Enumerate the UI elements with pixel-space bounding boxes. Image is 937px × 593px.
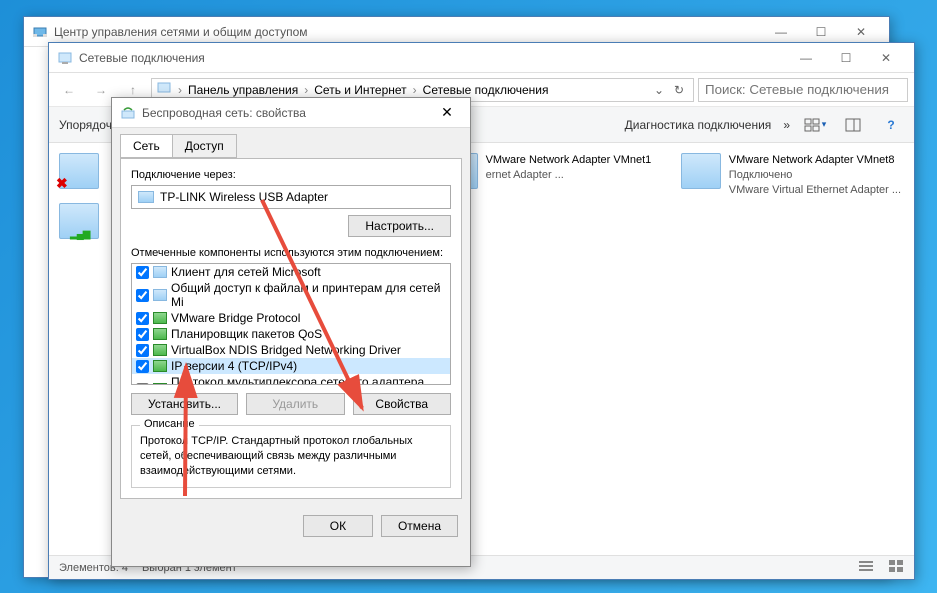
tab-access[interactable]: Доступ [172, 134, 237, 158]
description-text: Протокол TCP/IP. Стандартный протокол гл… [140, 434, 442, 479]
titlebar[interactable]: Сетевые подключения — ☐ ✕ [49, 43, 914, 73]
close-button[interactable]: ✕ [866, 44, 906, 72]
component-item[interactable]: VirtualBox NDIS Bridged Networking Drive… [132, 342, 450, 358]
install-button[interactable]: Установить... [131, 393, 238, 415]
component-label: Планировщик пакетов QoS [171, 327, 322, 341]
back-button[interactable]: ← [55, 76, 83, 104]
component-checkbox[interactable] [136, 328, 149, 341]
component-item[interactable]: Общий доступ к файлам и принтерам для се… [132, 280, 450, 310]
adapter-item[interactable]: VMware Network Adapter VMnet8 Подключено… [681, 153, 904, 198]
protocol-icon [153, 312, 167, 324]
device-field: TP-LINK Wireless USB Adapter [131, 185, 451, 209]
refresh-button[interactable]: ↻ [669, 83, 689, 97]
minimize-button[interactable]: — [786, 44, 826, 72]
tab-strip: Сеть Доступ [112, 128, 470, 158]
components-list[interactable]: Клиент для сетей Microsoft Общий доступ к… [131, 263, 451, 385]
network-card-icon [138, 191, 154, 203]
adapter-name: VMware Network Adapter VMnet1 [486, 153, 652, 168]
window-title: Сетевые подключения [79, 51, 786, 65]
component-checkbox[interactable] [136, 266, 149, 279]
component-label: Протокол мультиплексора сетевого адаптер… [171, 375, 446, 385]
protocol-icon [153, 344, 167, 356]
component-checkbox[interactable] [136, 312, 149, 325]
component-label: VMware Bridge Protocol [171, 311, 300, 325]
breadcrumb-item[interactable]: Сетевые подключения [419, 83, 553, 97]
app-icon [120, 105, 136, 121]
adapter-desc: VMware Virtual Ethernet Adapter ... [729, 183, 901, 198]
adapter-icon [681, 153, 721, 189]
cancel-button[interactable]: Отмена [381, 515, 458, 537]
remove-button[interactable]: Удалить [246, 393, 345, 415]
search-input[interactable] [698, 78, 908, 102]
protocol-icon [153, 328, 167, 340]
component-checkbox[interactable] [136, 383, 149, 386]
breadcrumb-dropdown-button[interactable]: ⌄ [649, 83, 669, 97]
view-mode-button[interactable]: ▾ [802, 113, 828, 137]
component-checkbox[interactable] [136, 360, 149, 373]
adapter-name: VMware Network Adapter VMnet8 [729, 153, 901, 168]
protocol-icon [153, 383, 167, 385]
preview-pane-button[interactable] [840, 113, 866, 137]
protocol-icon [153, 360, 167, 372]
breadcrumb-item[interactable]: Панель управления [184, 83, 302, 97]
maximize-button[interactable]: ☐ [826, 44, 866, 72]
adapter-desc: ernet Adapter ... [486, 168, 652, 183]
component-label: Общий доступ к файлам и принтерам для се… [171, 281, 446, 309]
window-title: Центр управления сетями и общим доступом [54, 25, 761, 39]
app-icon [32, 24, 48, 40]
titlebar[interactable]: Беспроводная сеть: свойства ✕ [112, 98, 470, 128]
chevron-right-icon: › [302, 83, 310, 97]
component-item[interactable]: Клиент для сетей Microsoft [132, 264, 450, 280]
help-button[interactable]: ? [878, 113, 904, 137]
close-button[interactable]: ✕ [432, 101, 462, 125]
ok-button[interactable]: ОК [303, 515, 373, 537]
tab-panel: Подключение через: TP-LINK Wireless USB … [120, 158, 462, 499]
window-adapter-properties: Беспроводная сеть: свойства ✕ Сеть Досту… [111, 97, 471, 567]
component-item[interactable]: Планировщик пакетов QoS [132, 326, 450, 342]
app-icon [57, 50, 73, 66]
component-checkbox[interactable] [136, 289, 149, 302]
component-label: VirtualBox NDIS Bridged Networking Drive… [171, 343, 401, 357]
properties-button[interactable]: Свойства [353, 393, 452, 415]
component-item[interactable]: IP версии 4 (TCP/IPv4) [132, 358, 450, 374]
breadcrumb-item[interactable]: Сеть и Интернет [310, 83, 410, 97]
component-item[interactable]: VMware Bridge Protocol [132, 310, 450, 326]
chevron-right-icon: › [411, 83, 419, 97]
components-label: Отмеченные компоненты используются этим … [131, 247, 451, 259]
protocol-icon [153, 289, 167, 301]
component-item[interactable]: Протокол мультиплексора сетевого адаптер… [132, 374, 450, 385]
icons-view-button[interactable] [888, 559, 904, 576]
component-checkbox[interactable] [136, 344, 149, 357]
dialog-title: Беспроводная сеть: свойства [142, 106, 432, 120]
device-name: TP-LINK Wireless USB Adapter [160, 190, 328, 204]
adapter-status: Подключено [729, 168, 901, 183]
adapter-icon [59, 203, 99, 239]
connect-via-label: Подключение через: [131, 169, 451, 181]
protocol-icon [153, 266, 167, 278]
tab-network[interactable]: Сеть [120, 134, 173, 158]
dialog-buttons: ОК Отмена [112, 507, 470, 545]
diagnose-command[interactable]: Диагностика подключения [625, 118, 772, 132]
adapter-item[interactable]: VMware Network Adapter VMnet1 ernet Adap… [438, 153, 661, 198]
chevron-right-icon: › [176, 83, 184, 97]
description-title: Описание [140, 418, 199, 430]
adapter-icon [59, 153, 99, 189]
component-label: Клиент для сетей Microsoft [171, 265, 321, 279]
details-view-button[interactable] [858, 559, 874, 576]
component-label: IP версии 4 (TCP/IPv4) [171, 359, 297, 373]
more-commands[interactable]: » [783, 118, 790, 132]
description-group: Описание Протокол TCP/IP. Стандартный пр… [131, 425, 451, 488]
configure-button[interactable]: Настроить... [348, 215, 451, 237]
